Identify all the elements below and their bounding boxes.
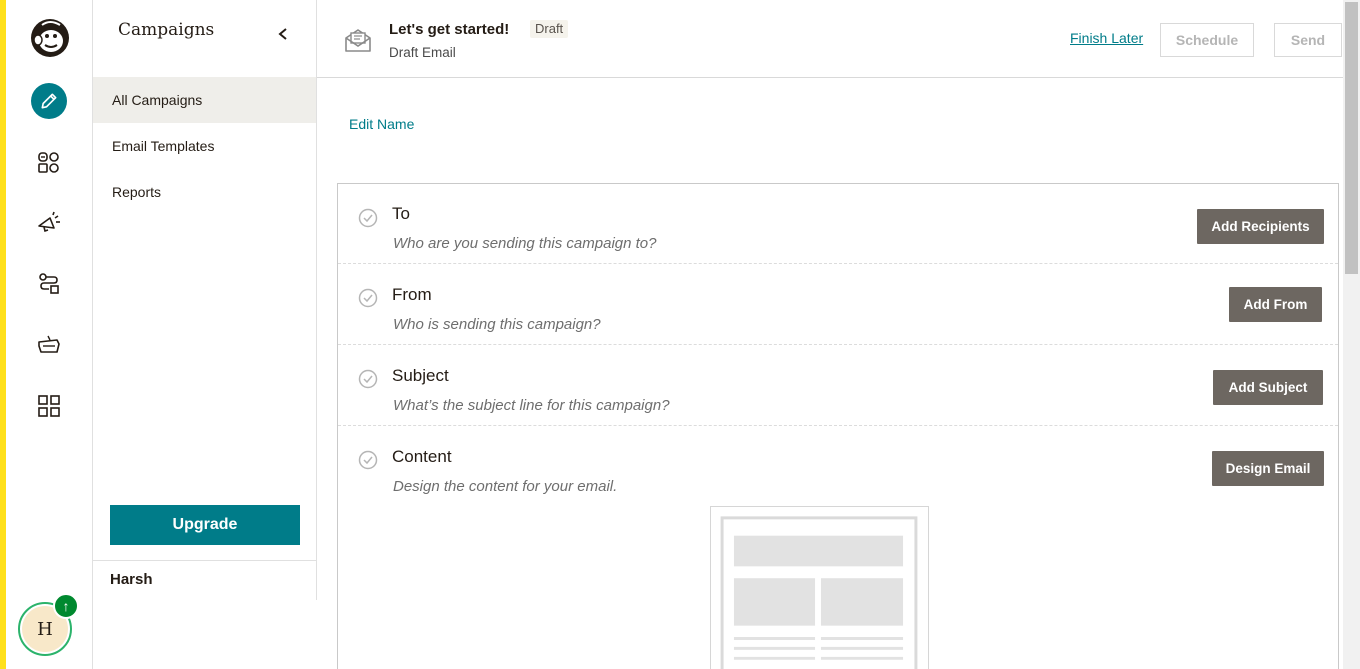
campaign-header: Let's get started! Draft Draft Email Fin… bbox=[317, 0, 1343, 78]
website-icon[interactable] bbox=[33, 329, 65, 361]
chevron-left-icon[interactable] bbox=[275, 24, 291, 44]
scrollbar-thumb[interactable] bbox=[1345, 2, 1358, 274]
checklist-row-to: To Who are you sending this campaign to?… bbox=[338, 184, 1338, 264]
check-circle-icon bbox=[358, 208, 378, 228]
edit-name-link[interactable]: Edit Name bbox=[349, 116, 414, 132]
row-description: Who is sending this campaign? bbox=[393, 316, 601, 333]
automations-icon[interactable] bbox=[33, 268, 65, 300]
scrollbar[interactable] bbox=[1343, 0, 1360, 669]
send-button[interactable]: Send bbox=[1274, 23, 1342, 57]
audience-icon[interactable] bbox=[33, 146, 65, 178]
sidebar-item-label: Reports bbox=[112, 184, 162, 200]
sidebar-item-label: Email Templates bbox=[112, 138, 215, 154]
add-subject-button[interactable]: Add Subject bbox=[1213, 370, 1323, 405]
status-badge: Draft bbox=[530, 20, 569, 38]
sidebar-title: Campaigns bbox=[118, 20, 215, 40]
finish-later-link[interactable]: Finish Later bbox=[1070, 30, 1143, 46]
check-circle-icon bbox=[358, 288, 378, 308]
row-title: Subject bbox=[392, 366, 449, 385]
page-title: Let's get started! bbox=[389, 21, 510, 38]
schedule-button[interactable]: Schedule bbox=[1160, 23, 1254, 57]
check-circle-icon bbox=[358, 369, 378, 389]
row-description: What’s the subject line for this campaig… bbox=[393, 397, 670, 414]
app-nav-rail: H ↑ bbox=[0, 0, 93, 669]
row-title: To bbox=[392, 204, 410, 223]
integrations-grid-icon[interactable] bbox=[33, 390, 65, 422]
add-from-button[interactable]: Add From bbox=[1229, 287, 1322, 322]
row-description: Who are you sending this campaign to? bbox=[393, 235, 657, 252]
row-title: Content bbox=[392, 447, 452, 466]
add-recipients-button[interactable]: Add Recipients bbox=[1197, 209, 1324, 244]
campaign-checklist: To Who are you sending this campaign to?… bbox=[337, 183, 1339, 669]
design-email-button[interactable]: Design Email bbox=[1212, 451, 1324, 486]
divider bbox=[93, 560, 316, 561]
user-name[interactable]: Harsh bbox=[110, 571, 153, 588]
sidebar-item-email-templates[interactable]: Email Templates bbox=[93, 123, 316, 169]
checklist-row-from: From Who is sending this campaign? Add F… bbox=[338, 264, 1338, 345]
page-subtitle: Draft Email bbox=[389, 45, 456, 60]
upgrade-arrow-icon: ↑ bbox=[53, 593, 79, 619]
checklist-row-subject: Subject What’s the subject line for this… bbox=[338, 345, 1338, 426]
row-description: Design the content for your email. bbox=[393, 478, 618, 495]
upgrade-button[interactable]: Upgrade bbox=[110, 505, 300, 545]
campaigns-megaphone-icon[interactable] bbox=[33, 207, 65, 239]
email-draft-icon bbox=[344, 27, 372, 53]
row-title: From bbox=[392, 285, 432, 304]
brand-stripe bbox=[0, 0, 6, 669]
sidebar-item-reports[interactable]: Reports bbox=[93, 169, 316, 215]
sidebar-item-label: All Campaigns bbox=[112, 92, 203, 108]
freddie-logo-icon[interactable] bbox=[28, 16, 72, 60]
email-layout-preview[interactable] bbox=[710, 506, 929, 669]
pencil-icon[interactable] bbox=[31, 83, 67, 119]
check-circle-icon bbox=[358, 450, 378, 470]
campaigns-sidebar: Campaigns All Campaigns Email Templates … bbox=[93, 0, 317, 600]
sidebar-item-all-campaigns[interactable]: All Campaigns bbox=[93, 77, 316, 123]
